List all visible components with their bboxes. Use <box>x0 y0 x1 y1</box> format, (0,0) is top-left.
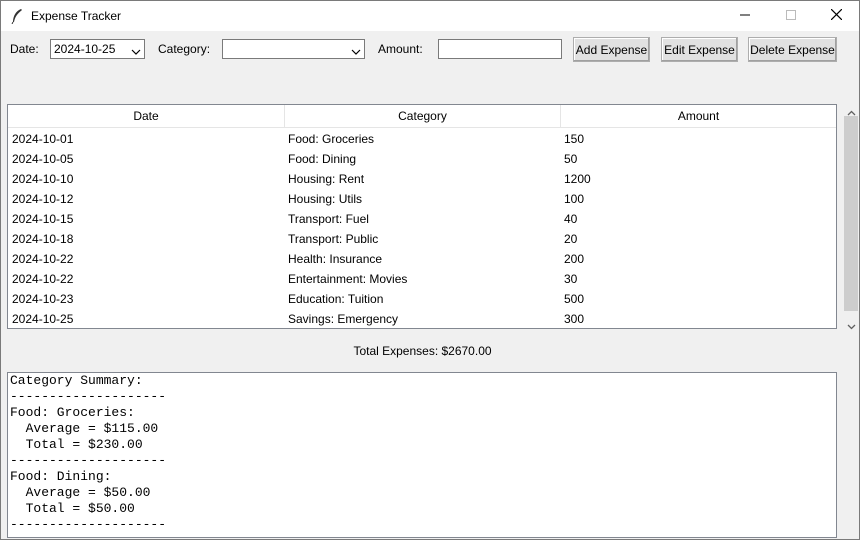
cell-category: Savings: Emergency <box>288 312 399 326</box>
summary-lines: Category Summary: -------------------- Foo… <box>9 373 166 533</box>
expense-table[interactable]: Date Category Amount 2024-10-01 Food: Gro… <box>7 104 837 329</box>
cell-date: 2024-10-01 <box>12 132 74 146</box>
cell-date: 2024-10-15 <box>12 212 74 226</box>
category-combobox[interactable] <box>222 39 365 59</box>
cell-date: 2024-10-10 <box>12 172 74 186</box>
cell-date: 2024-10-22 <box>12 272 74 286</box>
summary-line: Average = $115.00 <box>10 421 159 436</box>
scrollbar-thumb[interactable] <box>844 116 858 311</box>
scroll-down-icon[interactable] <box>843 318 859 335</box>
cell-amount: 500 <box>564 292 585 306</box>
table-row[interactable]: 2024-10-05 Food: Dining 50 <box>8 149 836 169</box>
cell-date: 2024-10-18 <box>12 232 74 246</box>
chevron-down-icon[interactable] <box>351 45 361 55</box>
cell-date: 2024-10-12 <box>12 192 74 206</box>
summary-line: -------------------- <box>10 389 167 404</box>
cell-amount: 300 <box>564 312 585 326</box>
summary-line: Food: Groceries: <box>10 405 135 420</box>
table-row[interactable]: 2024-10-15 Transport: Fuel 40 <box>8 209 836 229</box>
cell-category: Transport: Fuel <box>288 212 369 226</box>
amount-label: Amount: <box>378 42 423 56</box>
summary-line: -------------------- <box>10 517 167 532</box>
column-header-amount[interactable]: Amount <box>560 105 836 127</box>
cell-amount: 150 <box>564 132 585 146</box>
category-summary-text[interactable]: Category Summary: -------------------- Foo… <box>7 372 837 538</box>
summary-line: Food: Dining: <box>10 469 112 484</box>
date-combobox[interactable]: 2024-10-25 <box>50 39 145 59</box>
add-expense-button[interactable]: Add Expense <box>573 37 650 62</box>
table-row[interactable]: 2024-10-25 Savings: Emergency 300 <box>8 309 836 328</box>
table-row[interactable]: 2024-10-22 Health: Insurance 200 <box>8 249 836 269</box>
table-row[interactable]: 2024-10-22 Entertainment: Movies 30 <box>8 269 836 289</box>
cell-amount: 1200 <box>564 172 591 186</box>
minimize-icon <box>740 9 750 23</box>
close-icon <box>830 8 842 23</box>
date-label: Date: <box>10 42 39 56</box>
table-row[interactable]: 2024-10-12 Housing: Utils 100 <box>8 189 836 209</box>
cell-amount: 30 <box>564 272 578 286</box>
cell-category: Entertainment: Movies <box>288 272 408 286</box>
table-scrollbar[interactable] <box>843 104 859 335</box>
minimize-button[interactable] <box>722 1 768 31</box>
date-value: 2024-10-25 <box>54 42 116 56</box>
cell-amount: 50 <box>564 152 578 166</box>
maximize-button[interactable] <box>768 1 814 31</box>
summary-line: Category Summary: <box>10 373 143 388</box>
table-body: 2024-10-01 Food: Groceries 150 2024-10-05 Fo… <box>8 129 836 328</box>
cell-date: 2024-10-23 <box>12 292 74 306</box>
table-row[interactable]: 2024-10-10 Housing: Rent 1200 <box>8 169 836 189</box>
delete-expense-button[interactable]: Delete Expense <box>748 37 837 62</box>
maximize-icon <box>786 9 796 23</box>
edit-expense-button[interactable]: Edit Expense <box>661 37 738 62</box>
cell-date: 2024-10-25 <box>12 312 74 326</box>
cell-category: Transport: Public <box>288 232 379 246</box>
summary-line: Total = $50.00 <box>10 501 135 516</box>
cell-category: Housing: Rent <box>288 172 365 186</box>
cell-category: Food: Dining <box>288 152 357 166</box>
feather-icon <box>10 8 24 25</box>
column-header-date[interactable]: Date <box>8 105 284 127</box>
cell-date: 2024-10-05 <box>12 152 74 166</box>
table-header: Date Category Amount <box>8 105 836 128</box>
window-title: Expense Tracker <box>31 9 122 23</box>
cell-date: 2024-10-22 <box>12 252 74 266</box>
cell-amount: 40 <box>564 212 578 226</box>
table-row[interactable]: 2024-10-01 Food: Groceries 150 <box>8 129 836 149</box>
total-expenses-label: Total Expenses: $2670.00 <box>353 344 492 358</box>
table-row[interactable]: 2024-10-18 Transport: Public 20 <box>8 229 836 249</box>
cell-category: Food: Groceries <box>288 132 375 146</box>
cell-amount: 100 <box>564 192 585 206</box>
summary-line: Average = $50.00 <box>10 485 151 500</box>
amount-input[interactable] <box>438 39 562 59</box>
expense-tracker-window: Expense Tracker Date: 2024-10-25 Categor… <box>0 0 860 540</box>
close-button[interactable] <box>813 1 859 31</box>
summary-line: Total = $230.00 <box>10 437 143 452</box>
column-header-category[interactable]: Category <box>284 105 560 127</box>
summary-scroll-area <box>837 372 859 538</box>
cell-category: Housing: Utils <box>288 192 363 206</box>
cell-amount: 200 <box>564 252 585 266</box>
category-label: Category: <box>158 42 211 56</box>
title-bar[interactable]: Expense Tracker <box>1 1 859 31</box>
cell-amount: 20 <box>564 232 578 246</box>
cell-category: Education: Tuition <box>288 292 384 306</box>
summary-line: -------------------- <box>10 453 167 468</box>
cell-category: Health: Insurance <box>288 252 383 266</box>
chevron-down-icon[interactable] <box>131 45 141 55</box>
table-row[interactable]: 2024-10-23 Education: Tuition 500 <box>8 289 836 309</box>
